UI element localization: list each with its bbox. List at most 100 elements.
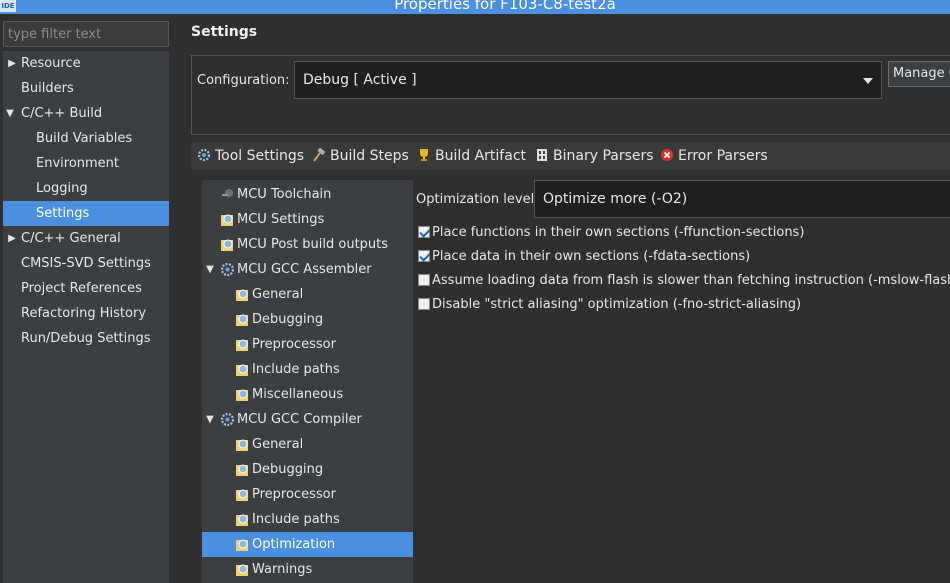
gear-icon: [220, 262, 235, 277]
tool-settings-icon: [236, 514, 248, 526]
tab-label: Build Steps: [330, 148, 409, 164]
tree-item-assembler-general[interactable]: General: [202, 282, 413, 307]
chevron-down-icon[interactable]: [863, 78, 873, 84]
expand-arrow-icon[interactable]: ▶: [7, 51, 17, 76]
error-icon: [661, 149, 673, 161]
tool-settings-icon: [236, 564, 248, 576]
nav-item-builders[interactable]: Builders: [3, 76, 169, 101]
tab-label: Error Parsers: [678, 148, 768, 164]
nav-item-run-debug-settings[interactable]: Run/Debug Settings: [3, 326, 169, 351]
tool-settings-icon: [236, 464, 248, 476]
tool-settings-icon: [236, 314, 248, 326]
checkbox[interactable]: [418, 298, 430, 310]
nav-item-cmsis-svd-settings[interactable]: CMSIS-SVD Settings: [3, 251, 169, 276]
property-tree: ▶ Resource Builders ▼ C/C++ Build Build …: [3, 51, 169, 583]
tree-item-label: Debugging: [252, 312, 324, 327]
tree-item-label: Debugging: [252, 462, 324, 477]
optimization-level-label: Optimization level: [416, 192, 535, 207]
hammer-icon: [313, 148, 326, 162]
checkbox[interactable]: [418, 250, 430, 262]
checkbox[interactable]: [418, 226, 430, 238]
tab-tool-settings[interactable]: Tool Settings: [197, 142, 304, 170]
tool-settings-icon: [236, 389, 248, 401]
tree-item-label: General: [252, 287, 304, 302]
nav-item-environment[interactable]: Environment: [3, 151, 169, 176]
collapse-arrow-icon[interactable]: ▼: [205, 257, 215, 282]
tree-item-label: Preprocessor: [252, 487, 336, 502]
tool-settings-icon: [221, 214, 233, 226]
tab-label: Binary Parsers: [553, 148, 654, 164]
tool-settings-icon: [236, 489, 248, 501]
nav-item-build-variables[interactable]: Build Variables: [3, 126, 169, 151]
collapse-arrow-icon[interactable]: ▼: [205, 407, 215, 432]
tree-item-label: Warnings: [252, 562, 313, 577]
nav-item-project-references[interactable]: Project References: [3, 276, 169, 301]
tree-item-assembler-miscellaneous[interactable]: Miscellaneous: [202, 382, 413, 407]
tree-item-assembler-preprocessor[interactable]: Preprocessor: [202, 332, 413, 357]
tree-item-label: MCU GCC Assembler: [237, 262, 372, 277]
nav-item-cpp-build[interactable]: ▼ C/C++ Build: [3, 101, 169, 126]
tree-item-label: Include paths: [252, 362, 340, 377]
tab-build-steps[interactable]: Build Steps: [312, 142, 409, 170]
option-label: Disable "strict aliasing" optimization (…: [432, 297, 802, 312]
tool-settings-icon: [236, 289, 248, 301]
tree-item-compiler-debugging[interactable]: Debugging: [202, 457, 413, 482]
checkbox[interactable]: [418, 274, 430, 286]
tool-settings-icon: [221, 239, 233, 251]
nav-item-label: Refactoring History: [21, 306, 147, 321]
nav-item-settings[interactable]: Settings: [3, 201, 169, 226]
gear-icon: [220, 412, 235, 427]
manage-configurations-button[interactable]: Manage Configurations...: [888, 61, 950, 87]
tool-tabs: Tool Settings Build Steps Build Artifact…: [191, 142, 950, 170]
tree-item-label: MCU Settings: [237, 212, 325, 227]
tree-item-compiler-include-paths[interactable]: Include paths: [202, 507, 413, 532]
tree-item-compiler-preprocessor[interactable]: Preprocessor: [202, 482, 413, 507]
collapse-arrow-icon[interactable]: ▼: [5, 101, 15, 126]
option-label: Place functions in their own sections (-…: [432, 225, 805, 240]
tree-item-mcu-post-build-outputs[interactable]: MCU Post build outputs: [202, 232, 413, 257]
nav-item-logging[interactable]: Logging: [3, 176, 169, 201]
tree-item-compiler-general[interactable]: General: [202, 432, 413, 457]
tool-settings-icon: [236, 439, 248, 451]
tab-label: Build Artifact: [435, 148, 526, 164]
tree-item-mcu-gcc-assembler[interactable]: ▼ MCU GCC Assembler: [202, 257, 413, 282]
binary-icon: [537, 149, 547, 161]
nav-item-refactoring-history[interactable]: Refactoring History: [3, 301, 169, 326]
filter-input[interactable]: type filter text: [3, 21, 169, 47]
nav-item-label: Logging: [36, 181, 88, 196]
configuration-select[interactable]: Debug [ Active ]: [294, 61, 882, 99]
nav-item-label: CMSIS-SVD Settings: [21, 256, 151, 271]
page-title: Settings: [191, 24, 258, 40]
nav-item-cpp-general[interactable]: ▶ C/C++ General: [3, 226, 169, 251]
title-bar: IDE Properties for F103-C8-test2a: [0, 0, 950, 14]
tool-settings-icon: [236, 364, 248, 376]
tab-binary-parsers[interactable]: Binary Parsers: [535, 142, 654, 170]
optimization-level-select[interactable]: Optimize more (-O2): [534, 180, 950, 218]
tree-item-mcu-settings[interactable]: MCU Settings: [202, 207, 413, 232]
tab-build-artifact[interactable]: Build Artifact: [417, 142, 526, 170]
option-label: Place data in their own sections (-fdata…: [432, 249, 751, 264]
nav-item-label: C/C++ General: [21, 231, 121, 246]
nav-item-label: Builders: [21, 81, 74, 96]
tree-item-label: MCU GCC Compiler: [237, 412, 362, 427]
nav-item-label: Run/Debug Settings: [21, 331, 151, 346]
tree-item-assembler-debugging[interactable]: Debugging: [202, 307, 413, 332]
nav-item-resource[interactable]: ▶ Resource: [3, 51, 169, 76]
tree-item-label: Include paths: [252, 512, 340, 527]
nav-item-label: Resource: [21, 56, 81, 71]
tree-item-compiler-warnings[interactable]: Warnings: [202, 557, 413, 582]
nav-item-label: Build Variables: [36, 131, 133, 146]
tree-item-label: General: [252, 437, 304, 452]
tree-item-mcu-toolchain[interactable]: MCU Toolchain: [202, 182, 413, 207]
tree-item-compiler-optimization[interactable]: Optimization: [202, 532, 413, 557]
nav-item-label: Project References: [21, 281, 142, 296]
nav-item-label: C/C++ Build: [21, 106, 103, 121]
tree-item-mcu-gcc-compiler[interactable]: ▼ MCU GCC Compiler: [202, 407, 413, 432]
tool-settings-tree: MCU Toolchain MCU Settings MCU Post buil…: [202, 180, 413, 583]
trophy-icon: [420, 149, 428, 161]
expand-arrow-icon[interactable]: ▶: [7, 226, 17, 251]
nav-item-label: Settings: [36, 206, 90, 221]
tree-item-assembler-include-paths[interactable]: Include paths: [202, 357, 413, 382]
tab-error-parsers[interactable]: Error Parsers: [660, 142, 768, 170]
toolchain-icon: [222, 189, 233, 197]
